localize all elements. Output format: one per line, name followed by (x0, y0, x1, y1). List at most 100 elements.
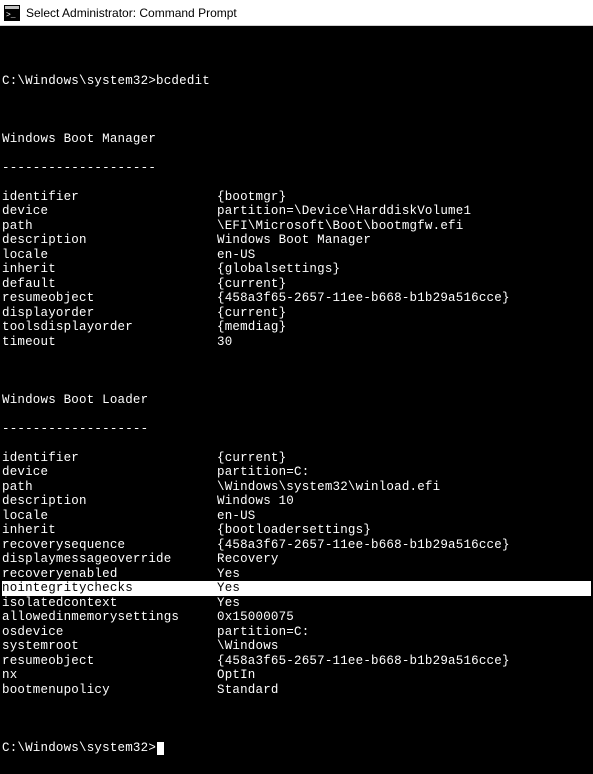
output-row: allowedinmemorysettings0x15000075 (2, 610, 591, 625)
output-value: {458a3f65-2657-11ee-b668-b1b29a516cce} (217, 654, 510, 669)
output-key: displayorder (2, 306, 217, 321)
output-value: partition=C: (217, 625, 309, 640)
output-row: nxOptIn (2, 668, 591, 683)
output-row: descriptionWindows 10 (2, 494, 591, 509)
output-value: Yes (217, 567, 240, 582)
output-value: 30 (217, 335, 232, 350)
output-row: inherit{globalsettings} (2, 262, 591, 277)
output-row: recoverysequence{458a3f67-2657-11ee-b668… (2, 538, 591, 553)
output-row: localeen-US (2, 509, 591, 524)
output-row: nointegritychecksYes (2, 581, 591, 596)
output-value: Windows Boot Manager (217, 233, 371, 248)
window-title: Select Administrator: Command Prompt (26, 6, 237, 20)
boot-manager-rows: identifier{bootmgr}devicepartition=\Devi… (2, 190, 591, 350)
output-value: Yes (217, 581, 240, 596)
output-key: nx (2, 668, 217, 683)
blank-line (2, 364, 591, 379)
cursor (157, 742, 164, 755)
output-value: {memdiag} (217, 320, 286, 335)
output-row: default{current} (2, 277, 591, 292)
output-value: {bootloadersettings} (217, 523, 371, 538)
svg-text:>_: >_ (6, 11, 16, 20)
output-value: partition=C: (217, 465, 309, 480)
output-row: toolsdisplayorder{memdiag} (2, 320, 591, 335)
blank-line (2, 45, 591, 60)
output-value: en-US (217, 248, 256, 263)
output-row: path\Windows\system32\winload.efi (2, 480, 591, 495)
output-key: resumeobject (2, 291, 217, 306)
output-key: isolatedcontext (2, 596, 217, 611)
output-value: {current} (217, 277, 286, 292)
output-key: path (2, 480, 217, 495)
output-key: bootmenupolicy (2, 683, 217, 698)
output-value: Yes (217, 596, 240, 611)
output-value: Standard (217, 683, 279, 698)
output-key: osdevice (2, 625, 217, 640)
output-key: default (2, 277, 217, 292)
output-value: \Windows (217, 639, 279, 654)
output-value: {current} (217, 306, 286, 321)
output-key: inherit (2, 262, 217, 277)
output-row: timeout30 (2, 335, 591, 350)
blank-line (2, 103, 591, 118)
output-value: {current} (217, 451, 286, 466)
boot-loader-rows: identifier{current}devicepartition=C:pat… (2, 451, 591, 698)
output-row: localeen-US (2, 248, 591, 263)
output-row: identifier{current} (2, 451, 591, 466)
output-key: recoverysequence (2, 538, 217, 553)
output-row: devicepartition=\Device\HarddiskVolume1 (2, 204, 591, 219)
output-key: device (2, 465, 217, 480)
cmd-icon: >_ (4, 5, 20, 21)
output-value: partition=\Device\HarddiskVolume1 (217, 204, 471, 219)
output-value: Windows 10 (217, 494, 294, 509)
output-row: inherit{bootloadersettings} (2, 523, 591, 538)
output-value: {bootmgr} (217, 190, 286, 205)
output-row: path\EFI\Microsoft\Boot\bootmgfw.efi (2, 219, 591, 234)
output-key: locale (2, 509, 217, 524)
output-value: \Windows\system32\winload.efi (217, 480, 440, 495)
output-row: displayorder{current} (2, 306, 591, 321)
terminal-output[interactable]: C:\Windows\system32>bcdedit Windows Boot… (0, 26, 593, 774)
output-row: displaymessageoverrideRecovery (2, 552, 591, 567)
output-row: resumeobject{458a3f65-2657-11ee-b668-b1b… (2, 654, 591, 669)
output-row: bootmenupolicyStandard (2, 683, 591, 698)
output-key: identifier (2, 190, 217, 205)
output-value: {458a3f67-2657-11ee-b668-b1b29a516cce} (217, 538, 510, 553)
output-row: devicepartition=C: (2, 465, 591, 480)
output-row: identifier{bootmgr} (2, 190, 591, 205)
output-key: nointegritychecks (2, 581, 217, 596)
output-key: recoveryenabled (2, 567, 217, 582)
output-key: timeout (2, 335, 217, 350)
section-divider: ------------------- (2, 422, 591, 437)
output-key: allowedinmemorysettings (2, 610, 217, 625)
output-key: description (2, 233, 217, 248)
section-title-boot-manager: Windows Boot Manager (2, 132, 591, 147)
output-row: systemroot\Windows (2, 639, 591, 654)
prompt-line-1: C:\Windows\system32>bcdedit (2, 74, 591, 89)
output-row: isolatedcontextYes (2, 596, 591, 611)
output-value: {458a3f65-2657-11ee-b668-b1b29a516cce} (217, 291, 510, 306)
output-key: toolsdisplayorder (2, 320, 217, 335)
output-row: recoveryenabledYes (2, 567, 591, 582)
output-row: resumeobject{458a3f65-2657-11ee-b668-b1b… (2, 291, 591, 306)
output-key: systemroot (2, 639, 217, 654)
blank-line (2, 712, 591, 727)
output-value: en-US (217, 509, 256, 524)
output-row: descriptionWindows Boot Manager (2, 233, 591, 248)
output-value: OptIn (217, 668, 256, 683)
output-key: displaymessageoverride (2, 552, 217, 567)
output-key: description (2, 494, 217, 509)
output-key: inherit (2, 523, 217, 538)
section-title-boot-loader: Windows Boot Loader (2, 393, 591, 408)
output-key: resumeobject (2, 654, 217, 669)
output-key: path (2, 219, 217, 234)
output-key: device (2, 204, 217, 219)
output-value: 0x15000075 (217, 610, 294, 625)
output-row: osdevicepartition=C: (2, 625, 591, 640)
section-divider: -------------------- (2, 161, 591, 176)
output-key: locale (2, 248, 217, 263)
prompt-line-2: C:\Windows\system32> (2, 741, 591, 756)
titlebar[interactable]: >_ Select Administrator: Command Prompt (0, 0, 593, 26)
output-key: identifier (2, 451, 217, 466)
output-value: Recovery (217, 552, 279, 567)
